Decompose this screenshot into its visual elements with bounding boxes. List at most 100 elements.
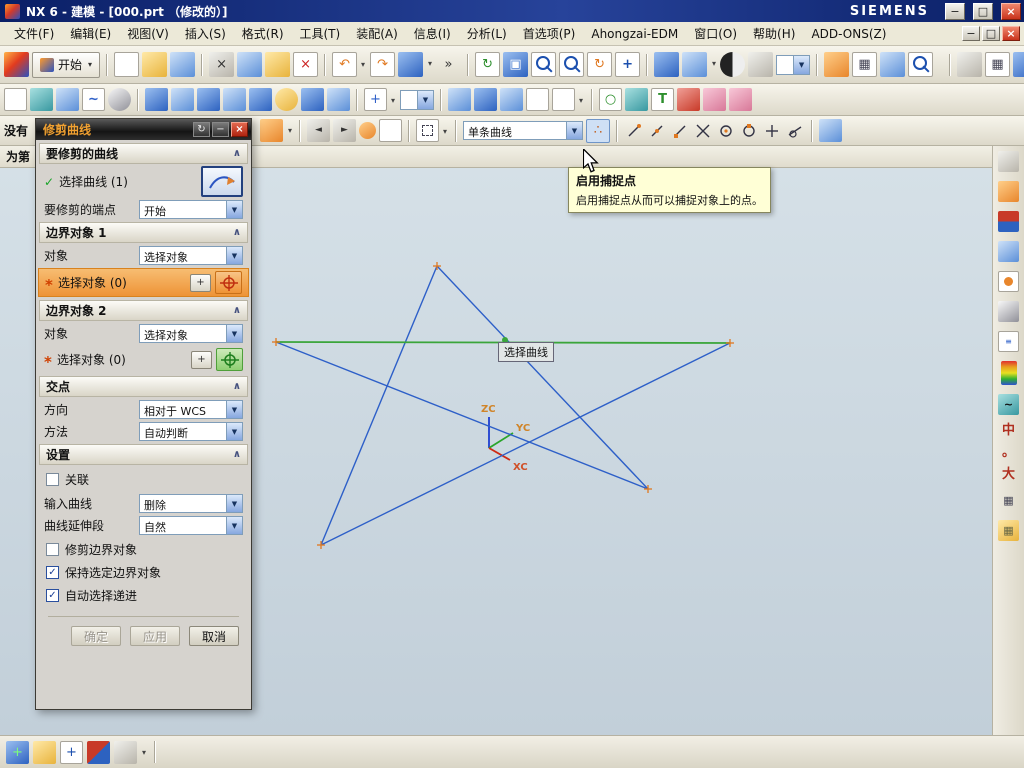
render-style-icon[interactable] xyxy=(720,52,746,77)
snap-control-point-icon[interactable] xyxy=(670,121,690,141)
delete-icon[interactable] xyxy=(293,52,319,77)
cylinder-icon[interactable] xyxy=(223,88,246,111)
chevron-down-icon[interactable] xyxy=(226,517,242,534)
hammer-tool-icon[interactable] xyxy=(824,52,850,77)
window-layout-icon[interactable] xyxy=(880,52,906,77)
wireframe-view-icon[interactable] xyxy=(682,52,716,77)
menu-edit[interactable]: 编辑(E) xyxy=(62,22,119,45)
information-list-icon[interactable]: ≡ xyxy=(998,331,1019,352)
enable-snap-point-button[interactable] xyxy=(586,118,610,143)
input-curve-combo[interactable]: 删除 xyxy=(139,494,243,513)
redo-icon[interactable] xyxy=(370,52,396,77)
menu-addons[interactable]: ADD-ONS(Z) xyxy=(803,24,894,44)
part-list-icon[interactable] xyxy=(526,88,549,111)
new-sheet-icon[interactable] xyxy=(4,88,27,111)
boundary2-snap-button[interactable] xyxy=(216,348,243,371)
mdi-restore-button[interactable] xyxy=(982,26,1000,41)
curve-tool-icon[interactable] xyxy=(82,88,105,111)
chevron-down-icon[interactable] xyxy=(566,122,582,139)
vertical-text-dot[interactable]: 。 xyxy=(1002,446,1015,459)
point-type-combo[interactable] xyxy=(400,89,434,110)
stamp-icon[interactable] xyxy=(625,88,648,111)
display-monitor-icon[interactable] xyxy=(998,151,1019,172)
section-intersection[interactable]: 交点 xyxy=(39,376,248,397)
ruled-surface-icon[interactable] xyxy=(500,88,523,111)
boundary2-object-combo[interactable]: 选择对象 xyxy=(139,324,243,343)
menu-insert[interactable]: 插入(S) xyxy=(177,22,234,45)
datum-plane-icon[interactable] xyxy=(30,88,53,111)
point-icon[interactable] xyxy=(364,88,395,111)
snap-tangent-icon[interactable] xyxy=(785,121,805,141)
back-arrow-icon[interactable] xyxy=(307,119,330,142)
section-view-icon[interactable] xyxy=(998,211,1019,232)
menu-view[interactable]: 视图(V) xyxy=(119,22,177,45)
selection-scope-combo[interactable]: 单条曲线 xyxy=(463,121,583,140)
chevron-down-icon[interactable] xyxy=(417,90,433,109)
section-settings[interactable]: 设置 xyxy=(39,444,248,465)
auto-advance-checkbox[interactable] xyxy=(46,589,59,602)
snap-arc-center-icon[interactable] xyxy=(716,121,736,141)
layer-grid-icon[interactable] xyxy=(985,52,1011,77)
start-button[interactable]: 开始 xyxy=(32,51,101,78)
cancel-button[interactable]: 取消 xyxy=(189,626,239,646)
cone-icon[interactable] xyxy=(249,88,272,111)
wave-analysis-icon[interactable] xyxy=(998,394,1019,415)
snap-quadrant-icon[interactable] xyxy=(739,121,759,141)
vertical-text-large[interactable]: 大 xyxy=(1002,468,1015,481)
snap-midpoint-icon[interactable] xyxy=(647,121,667,141)
menu-file[interactable]: 文件(F) xyxy=(6,22,62,45)
background-icon[interactable] xyxy=(748,52,774,77)
menu-window[interactable]: 窗口(O) xyxy=(686,22,745,45)
snap-intersection-icon[interactable] xyxy=(693,121,713,141)
new-view-icon[interactable] xyxy=(6,740,29,764)
chevron-down-icon[interactable] xyxy=(226,495,242,512)
datum-csys-icon[interactable] xyxy=(56,88,79,111)
chevron-down-icon[interactable] xyxy=(226,423,242,440)
trim-end-combo[interactable]: 开始 xyxy=(139,200,243,219)
keep-boundary-checkbox[interactable] xyxy=(46,566,59,579)
section-boundary-2[interactable]: 边界对象 2 xyxy=(39,300,248,321)
boundary1-snap-button[interactable] xyxy=(215,271,242,294)
boundary1-object-combo[interactable]: 选择对象 xyxy=(139,246,243,265)
split-view-icon[interactable] xyxy=(87,740,110,764)
color-spectrum-icon[interactable] xyxy=(1000,361,1017,385)
torus-icon[interactable] xyxy=(599,88,622,111)
revolve-icon[interactable] xyxy=(171,88,194,111)
section-curve-to-trim[interactable]: 要修剪的曲线 xyxy=(39,143,248,164)
facet-style-icon[interactable] xyxy=(260,119,292,142)
rotate-view-icon[interactable] xyxy=(587,52,613,77)
block-icon[interactable] xyxy=(197,88,220,111)
new-file-icon[interactable] xyxy=(114,52,140,77)
menu-information[interactable]: 信息(I) xyxy=(406,22,459,45)
shaded-view-icon[interactable] xyxy=(654,52,680,77)
chevron-down-icon[interactable] xyxy=(226,401,242,418)
column-feature-icon[interactable] xyxy=(703,88,726,111)
swept-icon[interactable] xyxy=(448,88,471,111)
cascade-steps-icon[interactable] xyxy=(998,181,1019,202)
refresh-view-icon[interactable] xyxy=(475,52,501,77)
screen-icon[interactable] xyxy=(1013,52,1024,77)
maximize-button[interactable] xyxy=(973,2,993,20)
chevron-down-icon[interactable] xyxy=(793,55,810,74)
zoom-window-icon[interactable] xyxy=(531,52,557,77)
boundary2-point-button[interactable] xyxy=(191,350,212,369)
grid-edit-icon[interactable] xyxy=(998,520,1019,541)
menu-preferences[interactable]: 首选项(P) xyxy=(515,22,584,45)
menu-analysis[interactable]: 分析(L) xyxy=(459,22,515,45)
copy-icon[interactable] xyxy=(237,52,263,77)
paste-icon[interactable] xyxy=(265,52,291,77)
arrange-views-icon[interactable] xyxy=(33,740,56,764)
sheet-body-icon[interactable] xyxy=(474,88,497,111)
dialog-reset-button[interactable] xyxy=(193,122,210,137)
minimize-button[interactable] xyxy=(945,2,965,20)
vertical-text-medium[interactable]: 中 xyxy=(1002,424,1015,437)
rectangle-select-icon[interactable] xyxy=(416,119,447,142)
column-feature2-icon[interactable] xyxy=(729,88,752,111)
extrude-icon[interactable] xyxy=(145,88,168,111)
move-view-icon[interactable] xyxy=(60,740,83,764)
display-style-combo[interactable] xyxy=(776,54,811,75)
mdi-minimize-button[interactable] xyxy=(962,26,980,41)
machined-part-icon[interactable] xyxy=(108,88,131,111)
snap-existing-point-icon[interactable] xyxy=(762,121,782,141)
select-curve-button[interactable] xyxy=(201,166,243,197)
